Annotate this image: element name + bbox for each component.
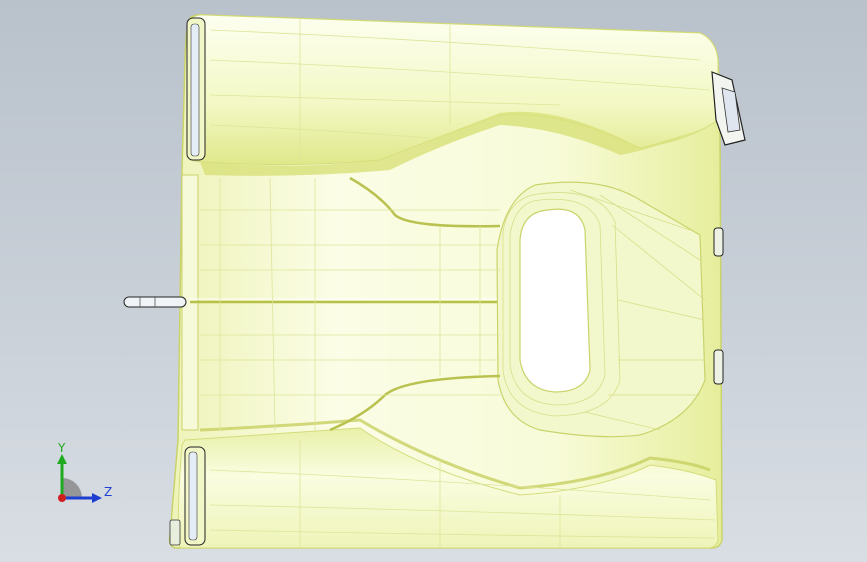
left-bottom-strip-inner [188, 451, 198, 541]
y-axis-arrow-icon [57, 454, 67, 464]
left-pin [123, 296, 187, 308]
left-top-strip-inner [190, 23, 200, 157]
right-tab-upper [713, 227, 724, 257]
z-axis-arrow-icon [92, 493, 102, 503]
x-axis-dot-icon [58, 494, 66, 502]
central-window [519, 208, 591, 393]
y-axis-label: Y [57, 441, 66, 455]
right-tab-lower [713, 349, 724, 385]
cad-model[interactable] [0, 0, 867, 562]
bottom-left-foot [169, 519, 181, 546]
z-axis-label: Z [104, 485, 112, 499]
triad-quarter-disc [62, 478, 82, 498]
coordinate-triad: Y Z [57, 441, 112, 503]
cad-viewport[interactable]: Y Z [0, 0, 867, 562]
